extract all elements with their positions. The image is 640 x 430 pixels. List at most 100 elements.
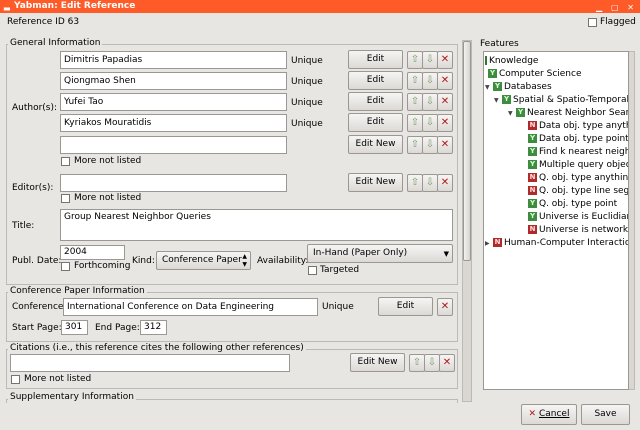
down-arrow-icon[interactable]: ⇩ bbox=[422, 174, 438, 192]
tree-item[interactable]: YFind k nearest neighbors bbox=[528, 146, 628, 158]
delete-x-icon[interactable]: ✕ bbox=[439, 354, 455, 372]
tree-item-label: Q. obj. type anything bbox=[539, 173, 629, 183]
reference-id-label: Reference ID 63 bbox=[7, 17, 80, 27]
window-titlebar[interactable]: ▬ Yabman: Edit Reference ▁ ▢ ✕ bbox=[0, 0, 640, 13]
edit-author-button[interactable]: Edit bbox=[348, 113, 403, 132]
tree-item-label: Find k nearest neighbors bbox=[539, 147, 628, 157]
editors-more-not-listed-label: More not listed bbox=[74, 193, 142, 203]
tree-item[interactable]: NData obj. type anything bbox=[528, 120, 628, 132]
availability-label: Availability: bbox=[257, 256, 309, 266]
tree-item-label: Databases bbox=[504, 82, 552, 92]
edit-author-button[interactable]: Edit bbox=[348, 50, 403, 69]
citations-more-not-listed-checkbox[interactable] bbox=[11, 375, 20, 384]
down-arrow-icon[interactable]: ⇩ bbox=[422, 93, 438, 111]
tree-item[interactable]: Y Computer Science bbox=[488, 68, 582, 80]
flagged-checkbox[interactable] bbox=[588, 18, 597, 27]
author-field[interactable]: Kyriakos Mouratidis bbox=[60, 114, 287, 132]
editors-more-not-listed-checkbox[interactable] bbox=[61, 194, 70, 203]
citations-title: Citations (i.e., this reference cites th… bbox=[8, 343, 306, 353]
tree-item[interactable]: Knowledge bbox=[485, 55, 538, 67]
author-field[interactable]: Yufei Tao bbox=[60, 93, 287, 111]
author-status: Unique bbox=[291, 119, 323, 129]
main-scrollbar-thumb[interactable] bbox=[463, 41, 471, 261]
up-arrow-icon[interactable]: ⇧ bbox=[409, 354, 425, 372]
down-arrow-icon[interactable]: ⇩ bbox=[422, 136, 438, 154]
tree-item[interactable]: ▶ N Human-Computer Interaction bbox=[485, 237, 629, 250]
up-arrow-icon[interactable]: ⇧ bbox=[407, 114, 423, 132]
window-controls[interactable]: ▁ ▢ ✕ bbox=[596, 1, 637, 14]
yes-badge-icon: Y bbox=[488, 69, 497, 78]
author-field[interactable]: Dimitris Papadias bbox=[60, 51, 287, 69]
down-arrow-icon[interactable]: ⇩ bbox=[424, 354, 440, 372]
publ-date-field[interactable]: 2004 bbox=[60, 245, 125, 260]
yes-badge-icon: Y bbox=[528, 147, 537, 156]
main-scrollbar[interactable] bbox=[462, 40, 472, 402]
end-page-field[interactable]: 312 bbox=[140, 320, 167, 335]
tree-item[interactable]: ▼ Y Nearest Neighbor Search bbox=[508, 107, 628, 120]
features-tree[interactable]: Knowledge Y Computer Science ▼ Y Databases … bbox=[483, 51, 629, 390]
no-badge-icon: N bbox=[528, 173, 537, 182]
down-arrow-icon[interactable]: ⇩ bbox=[422, 72, 438, 90]
availability-select[interactable]: In-Hand (Paper Only) ▼ bbox=[307, 244, 453, 263]
features-scrollbar[interactable] bbox=[629, 51, 635, 390]
up-arrow-icon[interactable]: ⇧ bbox=[407, 174, 423, 192]
title-textarea[interactable]: Group Nearest Neighbor Queries bbox=[60, 209, 453, 241]
targeted-checkbox[interactable] bbox=[308, 266, 317, 275]
up-arrow-icon[interactable]: ⇧ bbox=[407, 93, 423, 111]
no-badge-icon: N bbox=[528, 121, 537, 130]
save-button[interactable]: Save bbox=[581, 404, 630, 425]
expander-down-icon[interactable]: ▼ bbox=[485, 82, 493, 94]
tree-item[interactable]: N Q. obj. type anything bbox=[528, 172, 629, 184]
tree-item[interactable]: Y Data obj. type point bbox=[528, 133, 628, 145]
delete-x-icon[interactable]: ✕ bbox=[437, 114, 453, 132]
down-arrow-icon[interactable]: ⇩ bbox=[422, 51, 438, 69]
window-menu-icon[interactable]: ▬ bbox=[3, 2, 11, 15]
new-author-field[interactable] bbox=[60, 136, 287, 154]
conference-status: Unique bbox=[322, 302, 354, 312]
edit-conference-button[interactable]: Edit bbox=[378, 297, 433, 316]
expander-down-icon[interactable]: ▼ bbox=[494, 95, 502, 107]
cancel-button[interactable]: ✕ Cancel bbox=[521, 404, 577, 425]
tree-item[interactable]: NQ. obj. type line segment bbox=[528, 185, 628, 197]
tree-item[interactable]: Y Multiple query objects bbox=[528, 159, 629, 171]
delete-x-icon[interactable]: ✕ bbox=[437, 298, 453, 316]
chevron-down-icon: ▼ bbox=[443, 250, 449, 258]
delete-x-icon[interactable]: ✕ bbox=[437, 72, 453, 90]
start-page-field[interactable]: 301 bbox=[61, 320, 88, 335]
tree-item[interactable]: Y Universe is Euclidian bbox=[528, 211, 629, 223]
tree-item[interactable]: N Universe is network bbox=[528, 224, 628, 236]
edit-author-button[interactable]: Edit bbox=[348, 71, 403, 90]
delete-x-icon[interactable]: ✕ bbox=[437, 136, 453, 154]
new-citation-field[interactable] bbox=[10, 354, 290, 372]
general-info-title: General Information bbox=[8, 38, 103, 48]
author-field[interactable]: Qiongmao Shen bbox=[60, 72, 287, 90]
title-label: Title: bbox=[12, 221, 35, 231]
delete-x-icon[interactable]: ✕ bbox=[437, 93, 453, 111]
supplementary-title: Supplementary Information bbox=[8, 392, 136, 402]
authors-more-not-listed-checkbox[interactable] bbox=[61, 157, 70, 166]
up-arrow-icon[interactable]: ⇧ bbox=[407, 51, 423, 69]
expander-down-icon[interactable]: ▼ bbox=[508, 108, 516, 120]
tree-item[interactable]: ▼ Y Spatial & Spatio-Temporal bbox=[494, 94, 628, 107]
tree-item-label: Multiple query objects bbox=[539, 160, 629, 170]
up-arrow-icon[interactable]: ⇧ bbox=[407, 136, 423, 154]
tree-item[interactable]: ▼ Y Databases bbox=[485, 81, 552, 93]
tree-item[interactable]: Y Q. obj. type point bbox=[528, 198, 617, 210]
forthcoming-checkbox[interactable] bbox=[61, 262, 70, 271]
expander-right-icon[interactable]: ▶ bbox=[485, 238, 493, 250]
start-page-label: Start Page: bbox=[12, 323, 62, 333]
edit-author-button[interactable]: Edit bbox=[348, 92, 403, 111]
edit-new-editor-button[interactable]: Edit New bbox=[348, 173, 403, 192]
delete-x-icon[interactable]: ✕ bbox=[437, 51, 453, 69]
conference-field[interactable]: International Conference on Data Enginee… bbox=[63, 298, 318, 316]
edit-new-citation-button[interactable]: Edit New bbox=[350, 353, 405, 372]
tree-item-label: Human-Computer Interaction bbox=[504, 238, 629, 248]
kind-select[interactable]: Conference Paper ▲ ▼ bbox=[156, 251, 251, 270]
editors-label: Editor(s): bbox=[12, 183, 54, 193]
down-arrow-icon[interactable]: ⇩ bbox=[422, 114, 438, 132]
tree-item-label: Universe is Euclidian bbox=[539, 212, 629, 222]
delete-x-icon[interactable]: ✕ bbox=[437, 174, 453, 192]
up-arrow-icon[interactable]: ⇧ bbox=[407, 72, 423, 90]
new-editor-field[interactable] bbox=[60, 174, 287, 192]
edit-new-author-button[interactable]: Edit New bbox=[348, 135, 403, 154]
